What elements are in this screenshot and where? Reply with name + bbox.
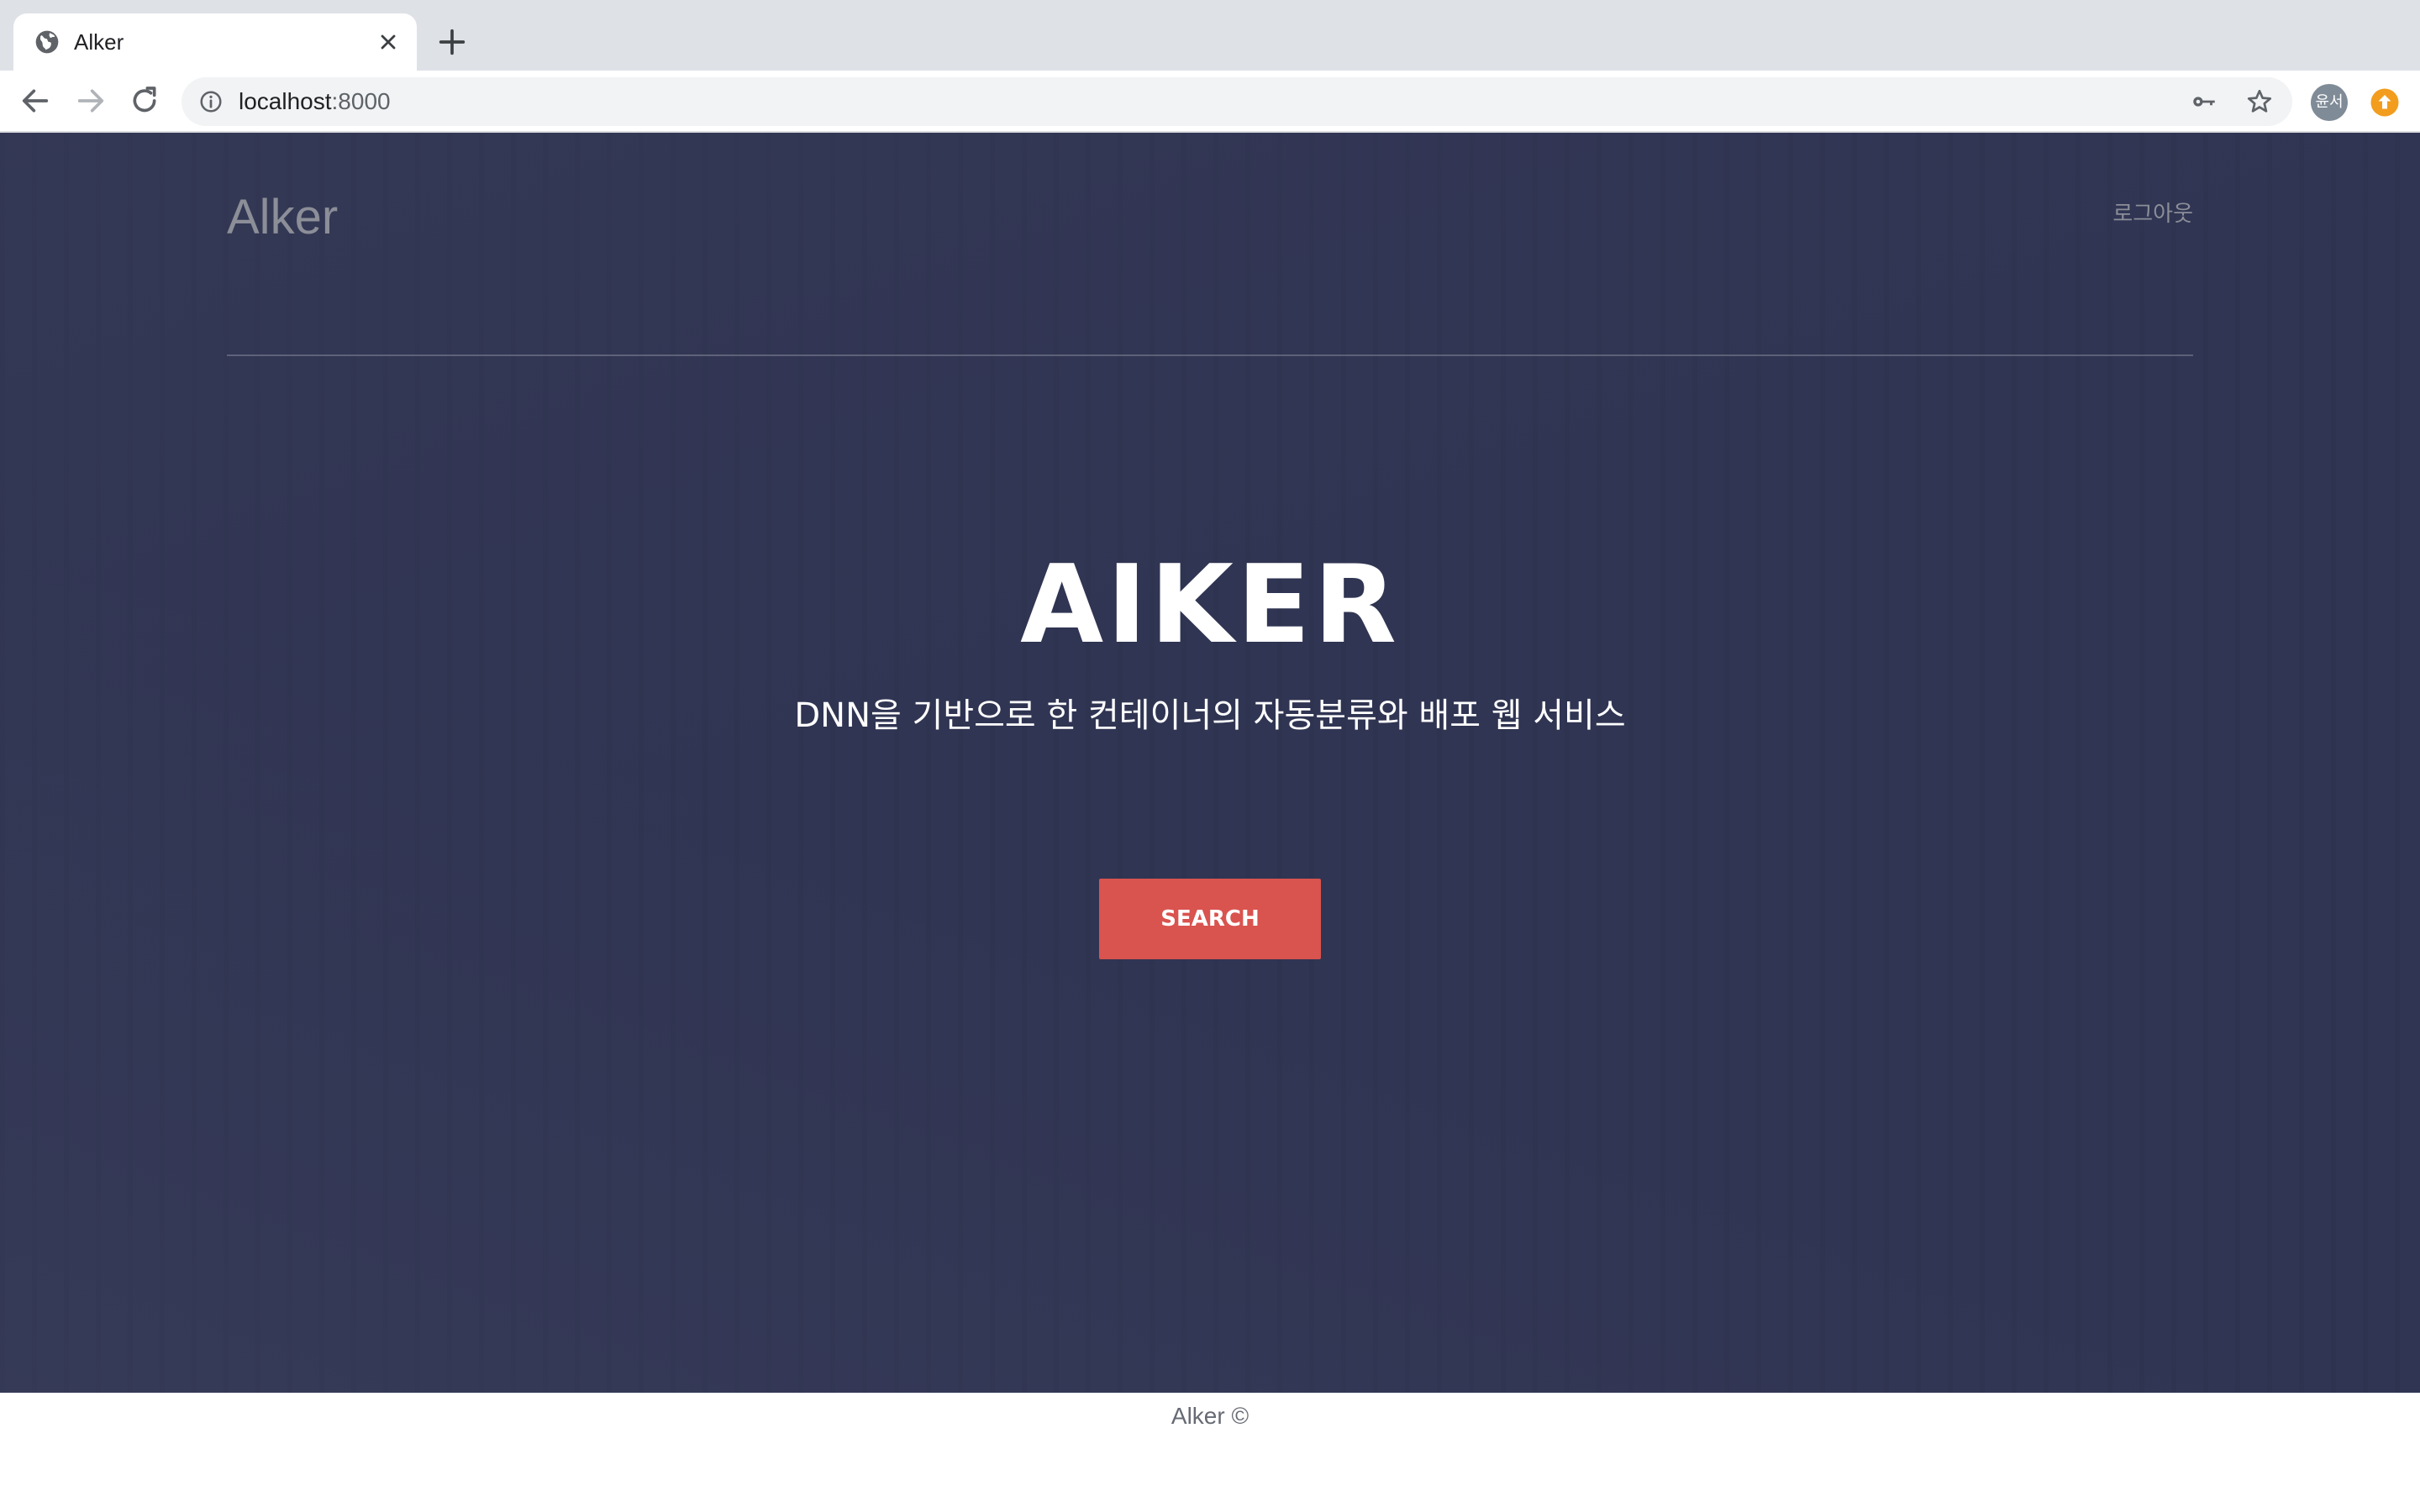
browser-tab[interactable]: Alker	[13, 13, 417, 71]
arrow-left-icon[interactable]	[18, 84, 52, 118]
key-icon[interactable]	[2190, 87, 2218, 116]
browser-tabstrip: Alker	[0, 0, 2420, 71]
url-host: localhost	[239, 88, 332, 114]
footer-copyright: Alker ©	[1171, 1403, 1249, 1429]
globe-icon	[35, 30, 59, 54]
reload-icon[interactable]	[128, 84, 161, 118]
header-divider	[227, 354, 2193, 356]
plus-icon[interactable]	[435, 25, 469, 59]
star-icon[interactable]	[2245, 87, 2274, 116]
search-button[interactable]: SEARCH	[1099, 879, 1321, 959]
extension-icon[interactable]	[2370, 87, 2400, 118]
hero-title: AIKER	[1020, 543, 1400, 668]
tab-title: Alker	[74, 29, 124, 55]
footer: Alker ©	[0, 1393, 2420, 1512]
hero-section: Alker 로그아웃 AIKER DNN을 기반으로 한 컨테이너의 자동분류와…	[0, 133, 2420, 1393]
url-text: localhost:8000	[239, 87, 391, 116]
close-icon[interactable]	[376, 30, 400, 54]
browser-toolbar: localhost:8000 윤서	[0, 71, 2420, 133]
address-bar[interactable]: localhost:8000	[182, 77, 2292, 126]
info-icon[interactable]	[198, 89, 224, 114]
site-brand-link[interactable]: Alker	[227, 188, 338, 247]
profile-avatar[interactable]: 윤서	[2311, 84, 2348, 121]
url-port: :8000	[331, 88, 391, 114]
hero-subtitle: DNN을 기반으로 한 컨테이너의 자동분류와 배포 웹 서비스	[794, 696, 1626, 735]
logout-link[interactable]: 로그아웃	[2112, 200, 2193, 228]
arrow-right-icon[interactable]	[74, 84, 108, 118]
